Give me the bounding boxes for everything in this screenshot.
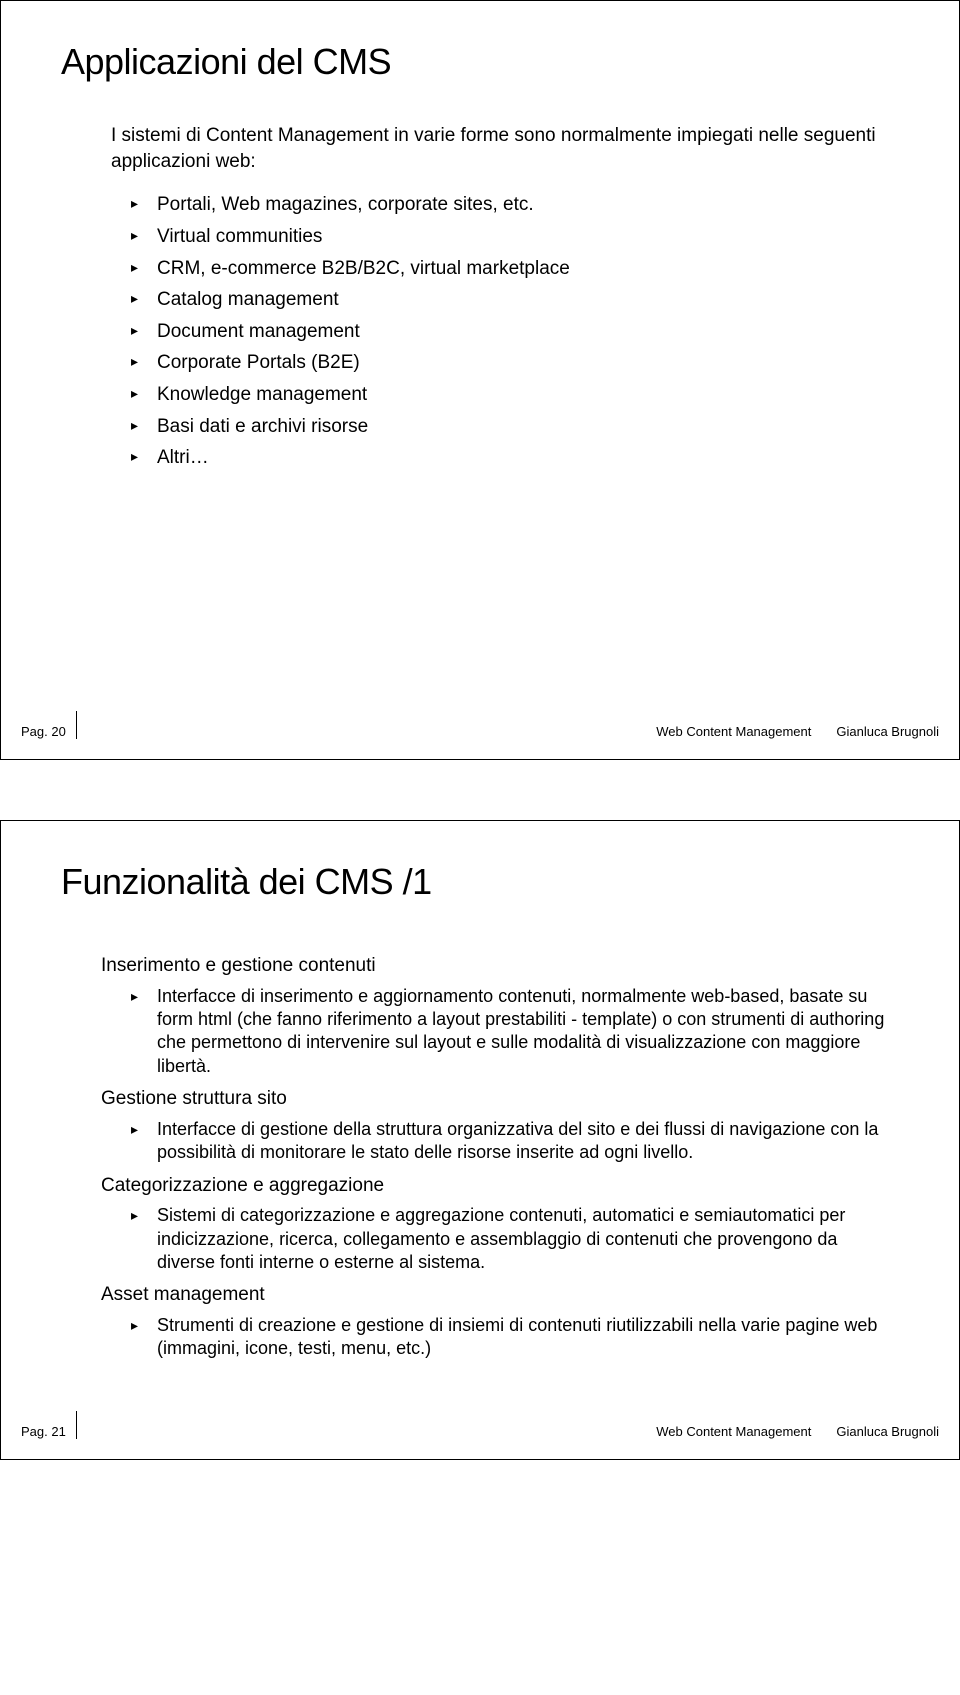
list-item: Corporate Portals (B2E) (131, 350, 899, 376)
page-number: Pag. 20 (21, 724, 76, 739)
page-number: Pag. 21 (21, 1424, 76, 1439)
list-item: Sistemi di categorizzazione e aggregazio… (131, 1204, 899, 1274)
list-item: Portali, Web magazines, corporate sites,… (131, 192, 899, 218)
footer-author: Gianluca Brugnoli (836, 724, 939, 739)
slide-body: I sistemi di Content Management in varie… (111, 123, 899, 471)
section-label: Inserimento e gestione contenuti (101, 953, 899, 979)
slide-title: Funzionalità dei CMS /1 (61, 861, 899, 903)
footer-divider (76, 711, 77, 739)
list-item: Basi dati e archivi risorse (131, 414, 899, 440)
slide-footer: Pag. 21 Web Content Management Gianluca … (21, 1411, 939, 1439)
list-item: Interfacce di inserimento e aggiornament… (131, 985, 899, 1079)
bullet-list: Interfacce di inserimento e aggiornament… (131, 985, 899, 1079)
bullet-list: Sistemi di categorizzazione e aggregazio… (131, 1204, 899, 1274)
list-item: CRM, e-commerce B2B/B2C, virtual marketp… (131, 256, 899, 282)
list-item: Interfacce di gestione della struttura o… (131, 1118, 899, 1165)
section-label: Gestione struttura sito (101, 1086, 899, 1112)
footer-center: Web Content Management (656, 1424, 811, 1439)
intro-text: I sistemi di Content Management in varie… (111, 123, 899, 174)
list-item: Strumenti di creazione e gestione di ins… (131, 1314, 899, 1361)
list-item: Altri… (131, 445, 899, 471)
footer-divider (76, 1411, 77, 1439)
document-page: Applicazioni del CMS I sistemi di Conten… (0, 0, 960, 1460)
list-item: Knowledge management (131, 382, 899, 408)
bullet-list: Portali, Web magazines, corporate sites,… (131, 192, 899, 471)
section-label: Categorizzazione e aggregazione (101, 1173, 899, 1199)
slide-body: Inserimento e gestione contenuti Interfa… (111, 953, 899, 1361)
slide-footer: Pag. 20 Web Content Management Gianluca … (21, 711, 939, 739)
list-item: Document management (131, 319, 899, 345)
footer-author: Gianluca Brugnoli (836, 1424, 939, 1439)
bullet-list: Strumenti di creazione e gestione di ins… (131, 1314, 899, 1361)
footer-center: Web Content Management (656, 724, 811, 739)
list-item: Virtual communities (131, 224, 899, 250)
slide-1: Applicazioni del CMS I sistemi di Conten… (0, 0, 960, 760)
slide-2: Funzionalità dei CMS /1 Inserimento e ge… (0, 820, 960, 1460)
bullet-list: Interfacce di gestione della struttura o… (131, 1118, 899, 1165)
section-label: Asset management (101, 1282, 899, 1308)
list-item: Catalog management (131, 287, 899, 313)
slide-title: Applicazioni del CMS (61, 41, 899, 83)
